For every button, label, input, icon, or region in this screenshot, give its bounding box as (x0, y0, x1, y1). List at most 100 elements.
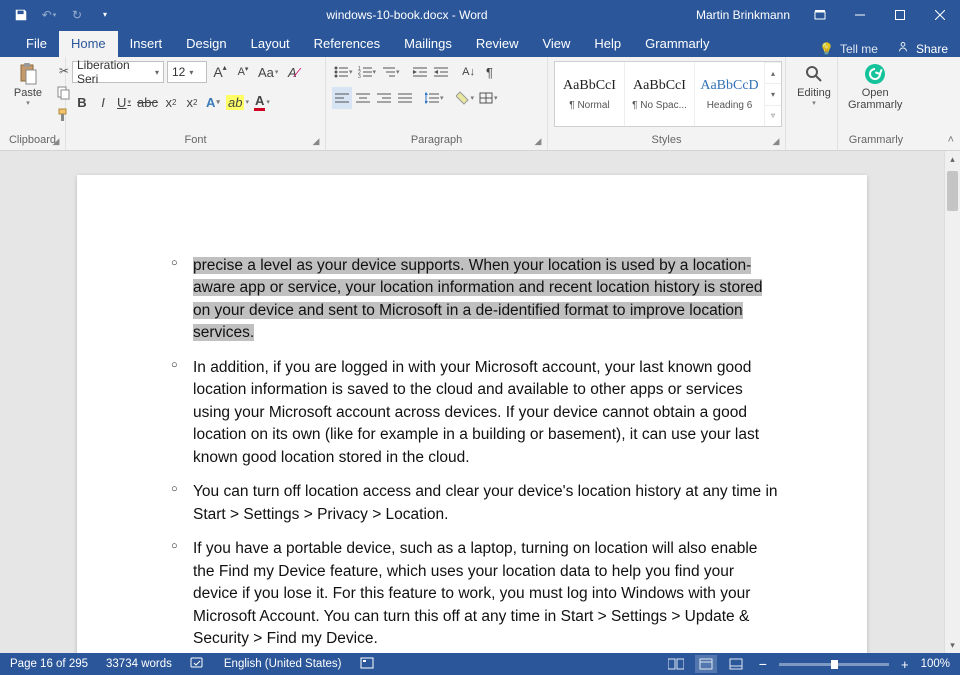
tab-file[interactable]: File (14, 31, 59, 57)
scroll-down-icon[interactable]: ▾ (945, 637, 960, 653)
align-right-icon[interactable] (374, 87, 394, 109)
body-text[interactable]: If you have a portable device, such as a… (193, 540, 757, 647)
tab-view[interactable]: View (530, 31, 582, 57)
clear-formatting-icon[interactable]: A⁄ (283, 61, 303, 83)
justify-icon[interactable] (395, 87, 415, 109)
scrollbar-thumb[interactable] (947, 171, 958, 211)
zoom-slider[interactable] (779, 663, 889, 666)
change-case-icon[interactable]: Aa▾ (256, 61, 280, 83)
print-layout-icon[interactable] (695, 655, 717, 673)
maximize-icon[interactable] (880, 0, 920, 29)
multilevel-list-icon[interactable]: ▾ (379, 61, 402, 83)
status-bar: Page 16 of 295 33734 words English (Unit… (0, 653, 960, 675)
language-status[interactable]: English (United States) (224, 658, 342, 670)
gallery-down-icon[interactable]: ▾ (765, 83, 781, 104)
superscript-button[interactable]: x2 (182, 91, 202, 113)
increase-indent-icon[interactable] (431, 61, 451, 83)
find-icon (803, 63, 825, 85)
zoom-in-button[interactable]: + (897, 657, 913, 672)
tab-design[interactable]: Design (174, 31, 238, 57)
font-color-icon[interactable]: A▾ (252, 91, 272, 113)
redo-icon[interactable]: ↻ (64, 2, 90, 28)
open-grammarly-button[interactable]: Open Grammarly (844, 61, 906, 113)
highlight-icon[interactable]: ab▾ (224, 91, 251, 113)
align-left-icon[interactable] (332, 87, 352, 109)
share-button[interactable]: Share (896, 40, 948, 57)
bullets-icon[interactable]: ▾ (332, 61, 355, 83)
tab-grammarly[interactable]: Grammarly (633, 31, 721, 57)
save-icon[interactable] (8, 2, 34, 28)
strikethrough-button[interactable]: abc (135, 91, 160, 113)
tab-review[interactable]: Review (464, 31, 531, 57)
list-item[interactable]: If you have a portable device, such as a… (165, 538, 779, 650)
align-center-icon[interactable] (353, 87, 373, 109)
tab-home[interactable]: Home (59, 31, 118, 57)
word-count[interactable]: 33734 words (106, 658, 172, 670)
scroll-up-icon[interactable]: ▴ (945, 151, 960, 167)
paragraph-dialog-icon[interactable]: ◢ (531, 134, 545, 148)
zoom-out-button[interactable]: − (755, 656, 771, 672)
numbering-icon[interactable]: 123▾ (356, 61, 379, 83)
quick-access-toolbar: ↶▾ ↻ ▾ (0, 2, 118, 28)
tab-insert[interactable]: Insert (118, 31, 175, 57)
gallery-up-icon[interactable]: ▴ (765, 62, 781, 83)
paste-button[interactable]: Paste ▾ (6, 61, 50, 109)
undo-icon[interactable]: ↶▾ (36, 2, 62, 28)
customize-qat-icon[interactable]: ▾ (92, 2, 118, 28)
macro-icon[interactable] (360, 656, 374, 673)
style-name: ¶ Normal (569, 100, 609, 111)
title-bar: ↶▾ ↻ ▾ windows-10-book.docx - Word Marti… (0, 0, 960, 29)
body-text[interactable]: In addition, if you are logged in with y… (193, 359, 759, 466)
ribbon-display-options-icon[interactable] (800, 0, 840, 29)
font-name-combo[interactable]: Liberation Seri▾ (72, 61, 164, 83)
text-effects-icon[interactable]: A▾ (203, 91, 223, 113)
body-text[interactable]: You can turn off location access and cle… (193, 483, 778, 522)
font-size-combo[interactable]: 12▾ (167, 61, 207, 83)
vertical-scrollbar[interactable]: ▴ ▾ (944, 151, 960, 653)
minimize-icon[interactable] (840, 0, 880, 29)
list-item[interactable]: In addition, if you are logged in with y… (165, 357, 779, 469)
zoom-slider-thumb[interactable] (831, 660, 838, 669)
collapse-ribbon-icon[interactable]: ˄ (948, 134, 954, 146)
gallery-more-icon[interactable]: ▿ (765, 105, 781, 126)
styles-gallery[interactable]: AaBbCcI ¶ Normal AaBbCcI ¶ No Spac... Aa… (554, 61, 782, 127)
font-dialog-icon[interactable]: ◢ (309, 134, 323, 148)
style-nospacing[interactable]: AaBbCcI ¶ No Spac... (625, 62, 695, 126)
italic-button[interactable]: I (93, 91, 113, 113)
line-spacing-icon[interactable]: ▾ (423, 87, 446, 109)
selected-text[interactable]: precise a level as your device supports.… (193, 257, 762, 341)
editing-button[interactable]: Editing ▾ (792, 61, 836, 109)
clipboard-dialog-icon[interactable]: ◢ (49, 134, 63, 148)
signed-in-user[interactable]: Martin Brinkmann (696, 8, 800, 22)
zoom-level[interactable]: 100% (921, 658, 950, 670)
shrink-font-icon[interactable]: A▾ (233, 61, 253, 83)
tab-layout[interactable]: Layout (239, 31, 302, 57)
tab-mailings[interactable]: Mailings (392, 31, 464, 57)
list-item[interactable]: You can turn off location access and cle… (165, 481, 779, 526)
document-area[interactable]: precise a level as your device supports.… (0, 151, 944, 653)
sort-icon[interactable]: A↓ (459, 61, 479, 83)
tell-me-search[interactable]: 💡 Tell me (819, 42, 878, 56)
close-icon[interactable] (920, 0, 960, 29)
read-mode-icon[interactable] (665, 655, 687, 673)
show-marks-icon[interactable]: ¶ (480, 61, 500, 83)
document-page[interactable]: precise a level as your device supports.… (77, 175, 867, 653)
tab-references[interactable]: References (302, 31, 392, 57)
web-layout-icon[interactable] (725, 655, 747, 673)
spellcheck-icon[interactable] (190, 656, 206, 673)
list-item[interactable]: precise a level as your device supports.… (165, 255, 779, 345)
bold-button[interactable]: B (72, 91, 92, 113)
editing-label: Editing (797, 87, 831, 99)
style-sample: AaBbCcI (633, 78, 686, 94)
shading-icon[interactable]: ▾ (454, 87, 477, 109)
style-heading6[interactable]: AaBbCcD Heading 6 (695, 62, 765, 126)
styles-dialog-icon[interactable]: ◢ (769, 134, 783, 148)
decrease-indent-icon[interactable] (410, 61, 430, 83)
tab-help[interactable]: Help (582, 31, 633, 57)
page-number[interactable]: Page 16 of 295 (10, 658, 88, 670)
underline-button[interactable]: U▾ (114, 91, 134, 113)
subscript-button[interactable]: x2 (161, 91, 181, 113)
borders-icon[interactable]: ▾ (477, 87, 500, 109)
grow-font-icon[interactable]: A▴ (210, 61, 230, 83)
style-normal[interactable]: AaBbCcI ¶ Normal (555, 62, 625, 126)
